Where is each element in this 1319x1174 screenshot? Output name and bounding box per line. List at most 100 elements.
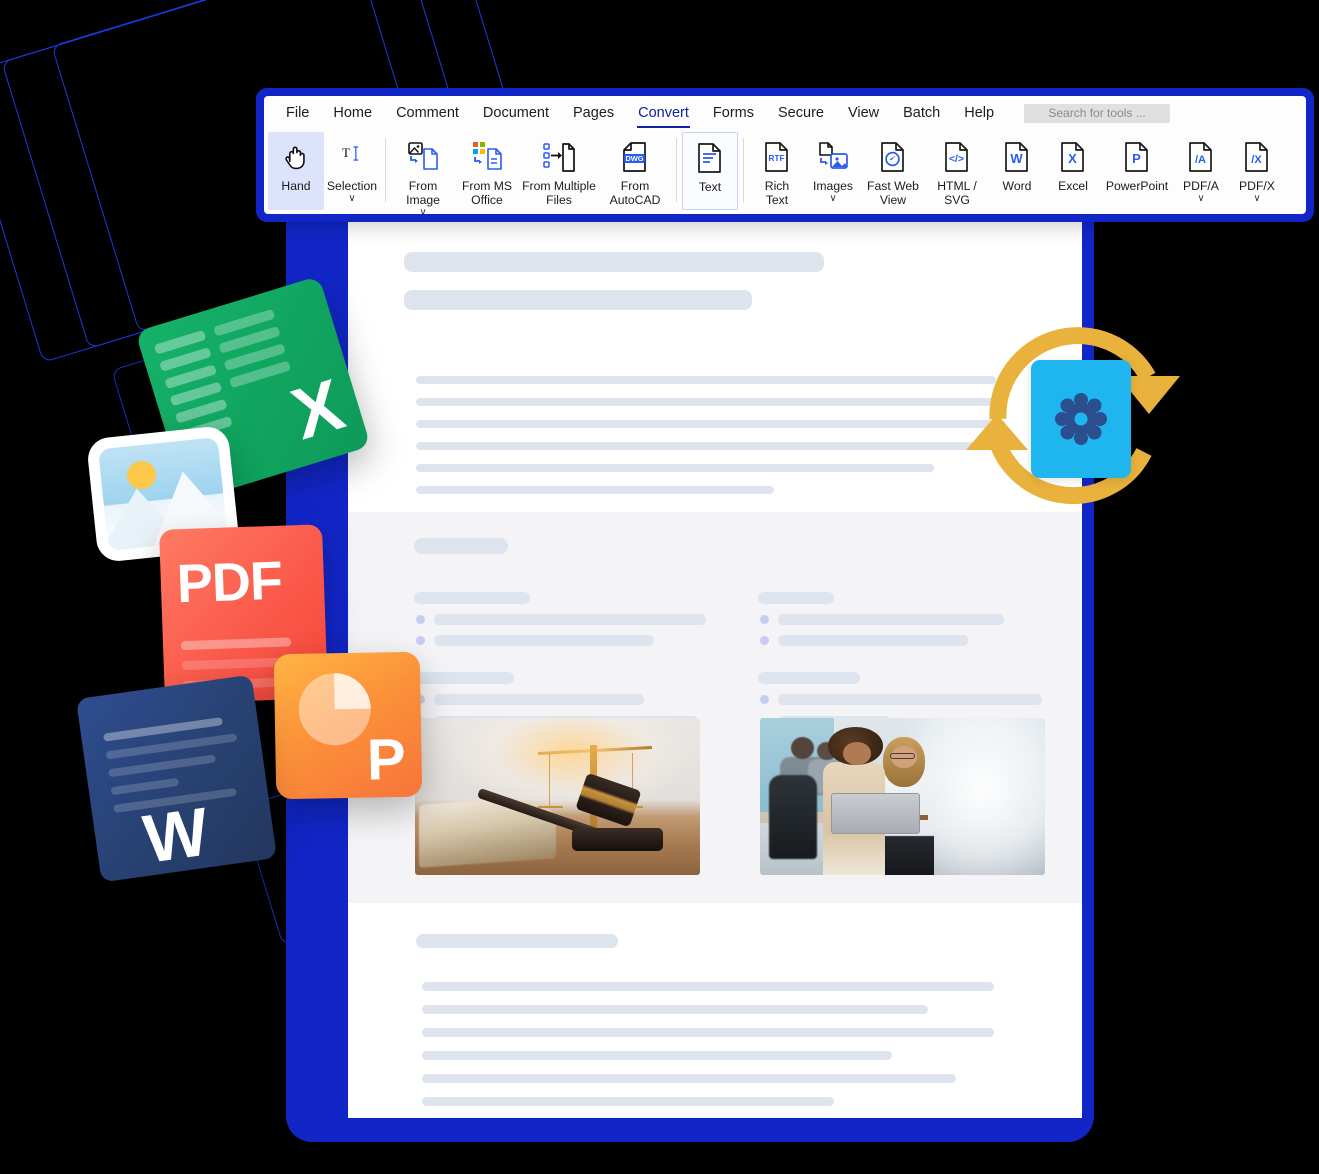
ribbon-tool-label: From Multiple Files (522, 179, 596, 208)
ribbon-tool-word[interactable]: W Word (989, 132, 1045, 193)
ribbon-tool-pdf-a[interactable]: /A PDF/A ∨ (1173, 132, 1229, 204)
document-text-bar (422, 1005, 928, 1014)
powerpoint-card-letter: P (366, 727, 407, 793)
sun-icon (125, 460, 158, 491)
document-text-bar (422, 1097, 834, 1106)
ribbon-tool-from-autocad[interactable]: DWG From AutoCAD (599, 132, 671, 207)
document-text-bar (422, 1028, 994, 1037)
excel-card-letter: X (283, 364, 353, 456)
document-list-item-bar (778, 694, 1042, 705)
ribbon-tab-forms[interactable]: Forms (701, 101, 766, 125)
rtf-file-icon: RTF (760, 138, 794, 176)
powerpoint-file-card[interactable]: P (273, 651, 423, 800)
ribbon-tab-document[interactable]: Document (471, 101, 561, 125)
ribbon-tool-powerpoint[interactable]: P PowerPoint (1101, 132, 1173, 193)
word-file-icon: W (1000, 138, 1034, 176)
chevron-down-icon[interactable]: ∨ (1197, 194, 1204, 204)
document-text-bar (416, 442, 1004, 450)
ribbon-tool-fast-web-view[interactable]: Fast Web View (861, 132, 925, 207)
ribbon-tab-secure[interactable]: Secure (766, 101, 836, 125)
ribbon-tool-label: Hand (281, 179, 311, 193)
chevron-down-icon[interactable]: ∨ (829, 194, 836, 204)
ribbon-tab-view[interactable]: View (836, 101, 891, 125)
ribbon-tool-from-ms-office[interactable]: From MS Office (455, 132, 519, 207)
fast-web-view-icon (876, 138, 910, 176)
ribbon-tool-excel[interactable]: X Excel (1045, 132, 1101, 193)
ribbon-separator (385, 138, 386, 202)
photo-legal-gavel (415, 718, 700, 875)
scene-root: X PDF P W File Home Comment Document Pages Co… (0, 0, 1319, 1174)
document-text-bar (422, 1074, 956, 1083)
ribbon-tool-pdf-x[interactable]: /X PDF/X ∨ (1229, 132, 1285, 204)
text-selection-icon: T (337, 138, 367, 176)
bullet-point (416, 615, 425, 624)
gear-icon (1055, 393, 1107, 445)
document-text-bar (416, 420, 1004, 428)
document-subheading-bar (758, 592, 834, 604)
text-file-icon (693, 139, 727, 177)
bullet-point (760, 615, 769, 624)
search-input[interactable]: Search for tools ... (1024, 103, 1171, 123)
from-image-icon (406, 138, 440, 176)
document-heading-bar (404, 252, 824, 272)
svg-text:</>: </> (949, 154, 964, 165)
ribbon-tab-pages[interactable]: Pages (561, 101, 626, 125)
ribbon-tool-rich-text[interactable]: RTF Rich Text (749, 132, 805, 207)
document-heading-bar (404, 290, 752, 310)
excel-file-icon: X (1056, 138, 1090, 176)
svg-text:W: W (1010, 151, 1023, 166)
ribbon-tool-label: Images (813, 179, 853, 193)
document-subheading-bar (414, 672, 514, 684)
svg-text:/X: /X (1251, 154, 1262, 166)
document-heading-bar (416, 934, 618, 948)
chevron-down-icon[interactable]: ∨ (419, 208, 426, 218)
document-section-title (414, 538, 508, 554)
ribbon-tab-help[interactable]: Help (952, 101, 1006, 125)
document-subheading-bar (758, 672, 860, 684)
bullet-point (416, 636, 425, 645)
ribbon-separator (743, 138, 744, 202)
ribbon-tab-bar: File Home Comment Document Pages Convert Forms… (264, 96, 1306, 130)
svg-text:P: P (1132, 151, 1141, 166)
ribbon-tool-hand[interactable]: Hand (268, 132, 324, 210)
bullet-point (760, 636, 769, 645)
document-text-bar (422, 982, 994, 991)
from-autocad-dwg-icon: DWG (618, 138, 652, 176)
ribbon-tool-label: Rich Text (764, 179, 790, 208)
from-ms-office-icon (470, 138, 504, 176)
from-multiple-files-icon (542, 138, 576, 176)
word-file-card[interactable]: W (75, 674, 278, 883)
to-images-icon (816, 138, 850, 176)
word-card-letter: W (138, 793, 214, 878)
ribbon-tab-batch[interactable]: Batch (891, 101, 952, 125)
chevron-down-icon[interactable]: ∨ (348, 194, 355, 204)
bullet-point (760, 695, 769, 704)
ribbon-tool-from-image[interactable]: From Image ∨ (391, 132, 455, 218)
ribbon-tool-label: From MS Office (461, 179, 513, 208)
document-list-item-bar (778, 614, 1004, 625)
ribbon-tab-file[interactable]: File (274, 101, 321, 125)
document-text-bar (416, 464, 934, 472)
document-list-item-bar (778, 635, 968, 646)
ribbon-tool-label: PDF/A (1183, 179, 1219, 193)
ribbon-separator (676, 138, 677, 202)
pdf-card-letter: PDF (175, 550, 283, 615)
ribbon-tab-home[interactable]: Home (321, 101, 384, 125)
ribbon-tool-label: HTML / SVG (937, 179, 977, 208)
ribbon-tool-from-multiple-files[interactable]: From Multiple Files (519, 132, 599, 207)
document-list-item-bar (434, 614, 706, 625)
chevron-down-icon[interactable]: ∨ (1253, 194, 1260, 204)
ribbon-tool-html-svg[interactable]: </> HTML / SVG (925, 132, 989, 207)
svg-text:/A: /A (1195, 154, 1206, 166)
ribbon-tool-text[interactable]: Text (682, 132, 738, 210)
ribbon-tab-convert[interactable]: Convert (626, 101, 701, 128)
ribbon-tool-label: From AutoCAD (609, 179, 661, 208)
ribbon-tab-comment[interactable]: Comment (384, 101, 471, 125)
ribbon-tool-label: Word (1002, 179, 1032, 193)
ribbon-toolbar-window[interactable]: File Home Comment Document Pages Convert Forms… (264, 96, 1306, 218)
document-text-bar (416, 486, 774, 494)
ribbon-tool-strip: Hand T Selection ∨ From Image ∨ From MS Offic… (264, 130, 1306, 218)
document-subheading-bar (414, 592, 530, 604)
ribbon-tool-selection[interactable]: T Selection ∨ (324, 132, 380, 204)
ribbon-tool-images[interactable]: Images ∨ (805, 132, 861, 204)
